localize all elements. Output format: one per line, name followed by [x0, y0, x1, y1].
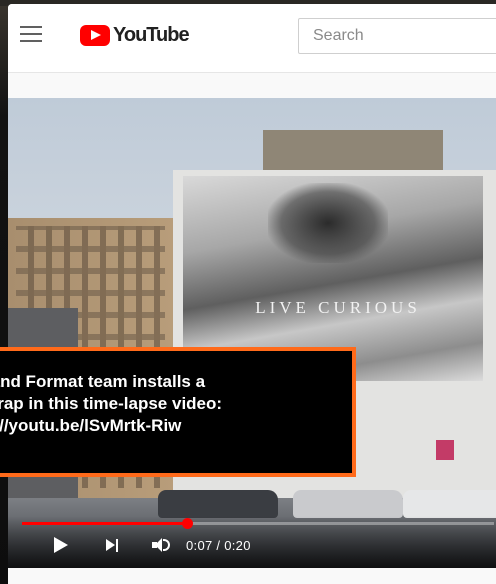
car	[293, 490, 403, 518]
play-icon[interactable]	[54, 537, 68, 553]
logo-text: YouTube	[113, 24, 190, 46]
time-display: 0:07 / 0:20	[186, 538, 251, 553]
progress-bar[interactable]	[22, 518, 494, 529]
car	[158, 490, 278, 518]
progress-fill	[22, 522, 188, 525]
caption-line: rand Format team installs a	[0, 372, 206, 391]
video-player[interactable]: LIVE CURIOUS	[8, 98, 496, 568]
youtube-logo-icon	[80, 25, 110, 46]
progress-scrubber[interactable]	[182, 518, 194, 529]
next-icon[interactable]	[106, 539, 120, 552]
masthead: YouTube	[8, 4, 496, 73]
car	[403, 490, 496, 518]
search-input[interactable]	[298, 18, 496, 54]
hamburger-menu-icon[interactable]	[20, 26, 42, 44]
pink-sign	[436, 440, 454, 460]
banner-text: LIVE CURIOUS	[255, 298, 421, 317]
caption-line: s://youtu.be/lSvMrtk-Riw	[0, 416, 182, 435]
youtube-logo[interactable]: YouTube	[80, 24, 190, 47]
caption-line: wrap in this time-lapse video:	[0, 394, 223, 413]
banner-artwork	[268, 183, 388, 263]
player-controls: 0:07 / 0:20	[8, 516, 496, 568]
caption-box: rand Format team installs a wrap in this…	[0, 347, 356, 477]
